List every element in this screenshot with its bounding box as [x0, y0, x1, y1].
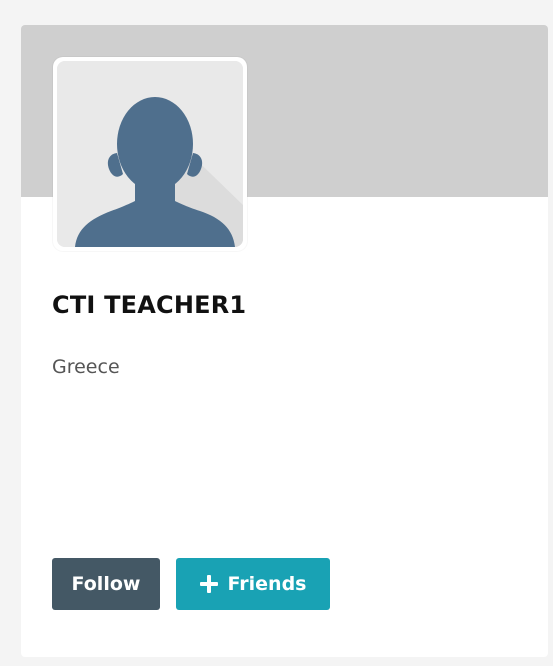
profile-card: CTI TEACHER1 Greece Follow Friends [21, 25, 548, 657]
friends-button[interactable]: Friends [176, 558, 330, 610]
avatar [57, 61, 243, 247]
follow-button-label: Follow [71, 573, 141, 595]
profile-actions: Follow Friends [52, 558, 330, 610]
profile-location: Greece [52, 356, 120, 378]
plus-icon [199, 575, 218, 593]
avatar-frame [53, 57, 247, 251]
follow-button[interactable]: Follow [52, 558, 160, 610]
profile-name: CTI TEACHER1 [52, 291, 247, 319]
user-silhouette-icon [57, 61, 243, 247]
friends-button-label: Friends [227, 573, 307, 595]
